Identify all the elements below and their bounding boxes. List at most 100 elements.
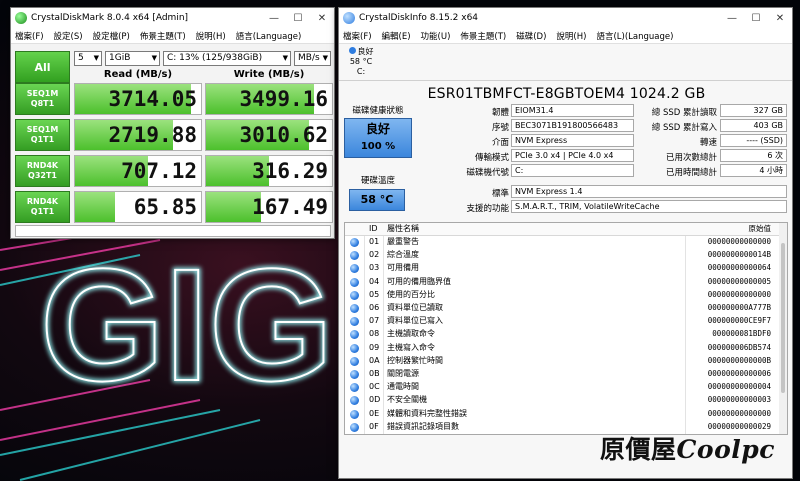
test-name: RND4K (26, 161, 59, 170)
cdm-menu-theme[interactable]: 佈景主題(T) (140, 30, 186, 42)
chevron-down-icon: ▼ (93, 54, 99, 62)
smart-id: 05 (369, 289, 380, 299)
test-size-value: 1GiB (109, 53, 131, 63)
smart-row[interactable]: 04 可用的備用臨界值 00000000000005 (345, 276, 787, 289)
minimize-icon[interactable]: — (720, 13, 744, 24)
smart-id: 03 (369, 263, 380, 273)
disk-tab-status: 良好 (357, 47, 374, 56)
smart-row[interactable]: 0B 關閉電源 00000000000006 (345, 368, 787, 381)
smart-row[interactable]: 0E 媒體和資料完整性錯誤 00000000000000 (345, 408, 787, 421)
cdm-app-icon (15, 12, 27, 24)
smart-row[interactable]: 06 資料單位已讀取 000000000A777B (345, 302, 787, 315)
all-button[interactable]: All (15, 51, 70, 83)
smart-row[interactable]: 07 資料單位已寫入 000000000CE9F7 (345, 315, 787, 328)
cdi-titlebar[interactable]: CrystalDiskInfo 8.15.2 x64 — ☐ ✕ (339, 8, 792, 28)
close-icon[interactable]: ✕ (768, 13, 792, 24)
smart-name: 控制器繁忙時間 (387, 355, 443, 365)
unit-value: MB/s (298, 53, 320, 63)
read-result-value: 65.85 (133, 195, 197, 219)
drive-select[interactable]: C: 13% (125/938GiB) ▼ (163, 51, 291, 66)
smart-name: 主機寫入命令 (387, 342, 435, 352)
status-dot-icon (350, 396, 359, 406)
smart-row[interactable]: 0C 通電時間 00000000000004 (345, 381, 787, 394)
disk-selector: 良好 58 °C C: (339, 45, 792, 81)
cdi-app-icon (343, 12, 355, 24)
health-status-box[interactable]: 良好 100 % (344, 118, 412, 158)
crystaldiskmark-window[interactable]: CrystalDiskMark 8.0.4 x64 [Admin] — ☐ ✕ … (10, 7, 335, 239)
write-result-cell: 3499.16 (205, 83, 333, 115)
health-percent: 100 % (360, 141, 396, 152)
crystaldiskinfo-window[interactable]: CrystalDiskInfo 8.15.2 x64 — ☐ ✕ 檔案(F) 編… (338, 7, 793, 479)
comment-field[interactable] (15, 225, 331, 237)
cdm-menu-profile[interactable]: 設定檔(P) (93, 30, 130, 42)
cdi-menu-function[interactable]: 功能(U) (421, 30, 451, 42)
test-queue: Q1T1 (30, 135, 55, 144)
test-size-select[interactable]: 1GiB ▼ (105, 51, 160, 66)
info-label: 已用次數總計 (665, 153, 717, 163)
status-dot-icon (350, 251, 359, 261)
info-label: 介面 (491, 138, 509, 148)
cdm-menu-help[interactable]: 說明(H) (196, 30, 226, 42)
smart-row[interactable]: 09 主機寫入命令 000000006DB574 (345, 342, 787, 355)
test-count-select[interactable]: 5 ▼ (74, 51, 102, 66)
smart-table[interactable]: ID 屬性名稱 原始值 01 嚴重警告 00000000000000 02 綜合溫度 00… (344, 222, 788, 435)
cdi-menu-edit[interactable]: 編輯(E) (382, 30, 411, 42)
cdm-titlebar[interactable]: CrystalDiskMark 8.0.4 x64 [Admin] — ☐ ✕ (11, 8, 334, 28)
scroll-thumb[interactable] (781, 243, 785, 393)
smart-id: 01 (369, 237, 380, 246)
cdm-menu-language[interactable]: 語言(Language) (236, 30, 302, 42)
cdi-menu-file[interactable]: 檔案(F) (343, 30, 372, 42)
smart-raw: 00000000000005 (707, 276, 771, 286)
status-dot-icon (350, 304, 359, 313)
info-value: EIOM31.4 (511, 104, 634, 117)
disk-tab-temp: 58 °C (349, 57, 373, 66)
smart-raw: 0000000000000B (707, 355, 771, 365)
smart-header-id[interactable]: ID (369, 223, 378, 236)
smart-row[interactable]: 02 綜合溫度 0000000000014B (345, 249, 787, 262)
cdi-menu-language[interactable]: 語言(L)(Language) (596, 30, 673, 42)
smart-scrollbar[interactable] (779, 223, 787, 434)
smart-header-name[interactable]: 屬性名稱 (387, 223, 419, 236)
status-dot-icon (350, 290, 359, 300)
maximize-icon[interactable]: ☐ (286, 13, 310, 24)
maximize-icon[interactable]: ☐ (744, 13, 768, 24)
smart-raw: 00000000000006 (707, 369, 771, 378)
status-dot-icon (350, 370, 359, 379)
disk-tab-c[interactable]: 良好 58 °C C: (341, 47, 381, 79)
cdi-menu-help[interactable]: 說明(H) (556, 30, 586, 42)
smart-row[interactable]: 0A 控制器繁忙時間 0000000000000B (345, 355, 787, 368)
status-dot-icon (350, 409, 359, 419)
test-button-rnd4k-q1t1[interactable]: RND4K Q1T1 (15, 191, 70, 223)
smart-row[interactable]: 03 可用備用 00000000000064 (345, 262, 787, 275)
smart-name: 通電時間 (387, 382, 419, 392)
smart-row[interactable]: 01 嚴重警告 00000000000000 (345, 236, 787, 249)
test-queue: Q8T1 (30, 99, 55, 108)
smart-raw: 00000000000000 (707, 289, 771, 299)
cdm-menu-settings[interactable]: 設定(S) (54, 30, 83, 42)
smart-name: 主機讀取命令 (387, 329, 435, 339)
info-label: 磁碟機代號 (466, 168, 509, 178)
health-dot-icon (348, 47, 356, 54)
smart-row[interactable]: 05 使用的百分比 00000000000000 (345, 289, 787, 302)
chevron-down-icon: ▼ (151, 54, 157, 62)
smart-header-raw[interactable]: 原始值 (749, 223, 772, 236)
info-value: C: (511, 164, 634, 177)
cdi-menu-theme[interactable]: 佈景主題(T) (460, 30, 506, 42)
smart-id: 02 (369, 250, 380, 260)
smart-id: 0D (369, 395, 381, 405)
test-button-seq1m-q8t1[interactable]: SEQ1M Q8T1 (15, 83, 70, 115)
smart-row[interactable]: 0D 不安全關機 00000000000003 (345, 394, 787, 407)
close-icon[interactable]: ✕ (310, 13, 334, 24)
cdi-menu-disk[interactable]: 磁碟(D) (516, 30, 546, 42)
cdm-menu-file[interactable]: 檔案(F) (15, 30, 44, 42)
info-label: 已用時間總計 (665, 168, 717, 178)
unit-select[interactable]: MB/s ▼ (294, 51, 331, 66)
read-result-cell: 65.85 (74, 191, 202, 223)
smart-row[interactable]: 08 主機讀取命令 000000081BDF0 (345, 328, 787, 341)
write-result-value: 167.49 (252, 195, 328, 219)
test-button-rnd4k-q32t1[interactable]: RND4K Q32T1 (15, 155, 70, 187)
minimize-icon[interactable]: — (262, 13, 286, 24)
temperature-box[interactable]: 58 °C (349, 189, 405, 211)
test-button-seq1m-q1t1[interactable]: SEQ1M Q1T1 (15, 119, 70, 151)
smart-id: 09 (369, 342, 380, 352)
